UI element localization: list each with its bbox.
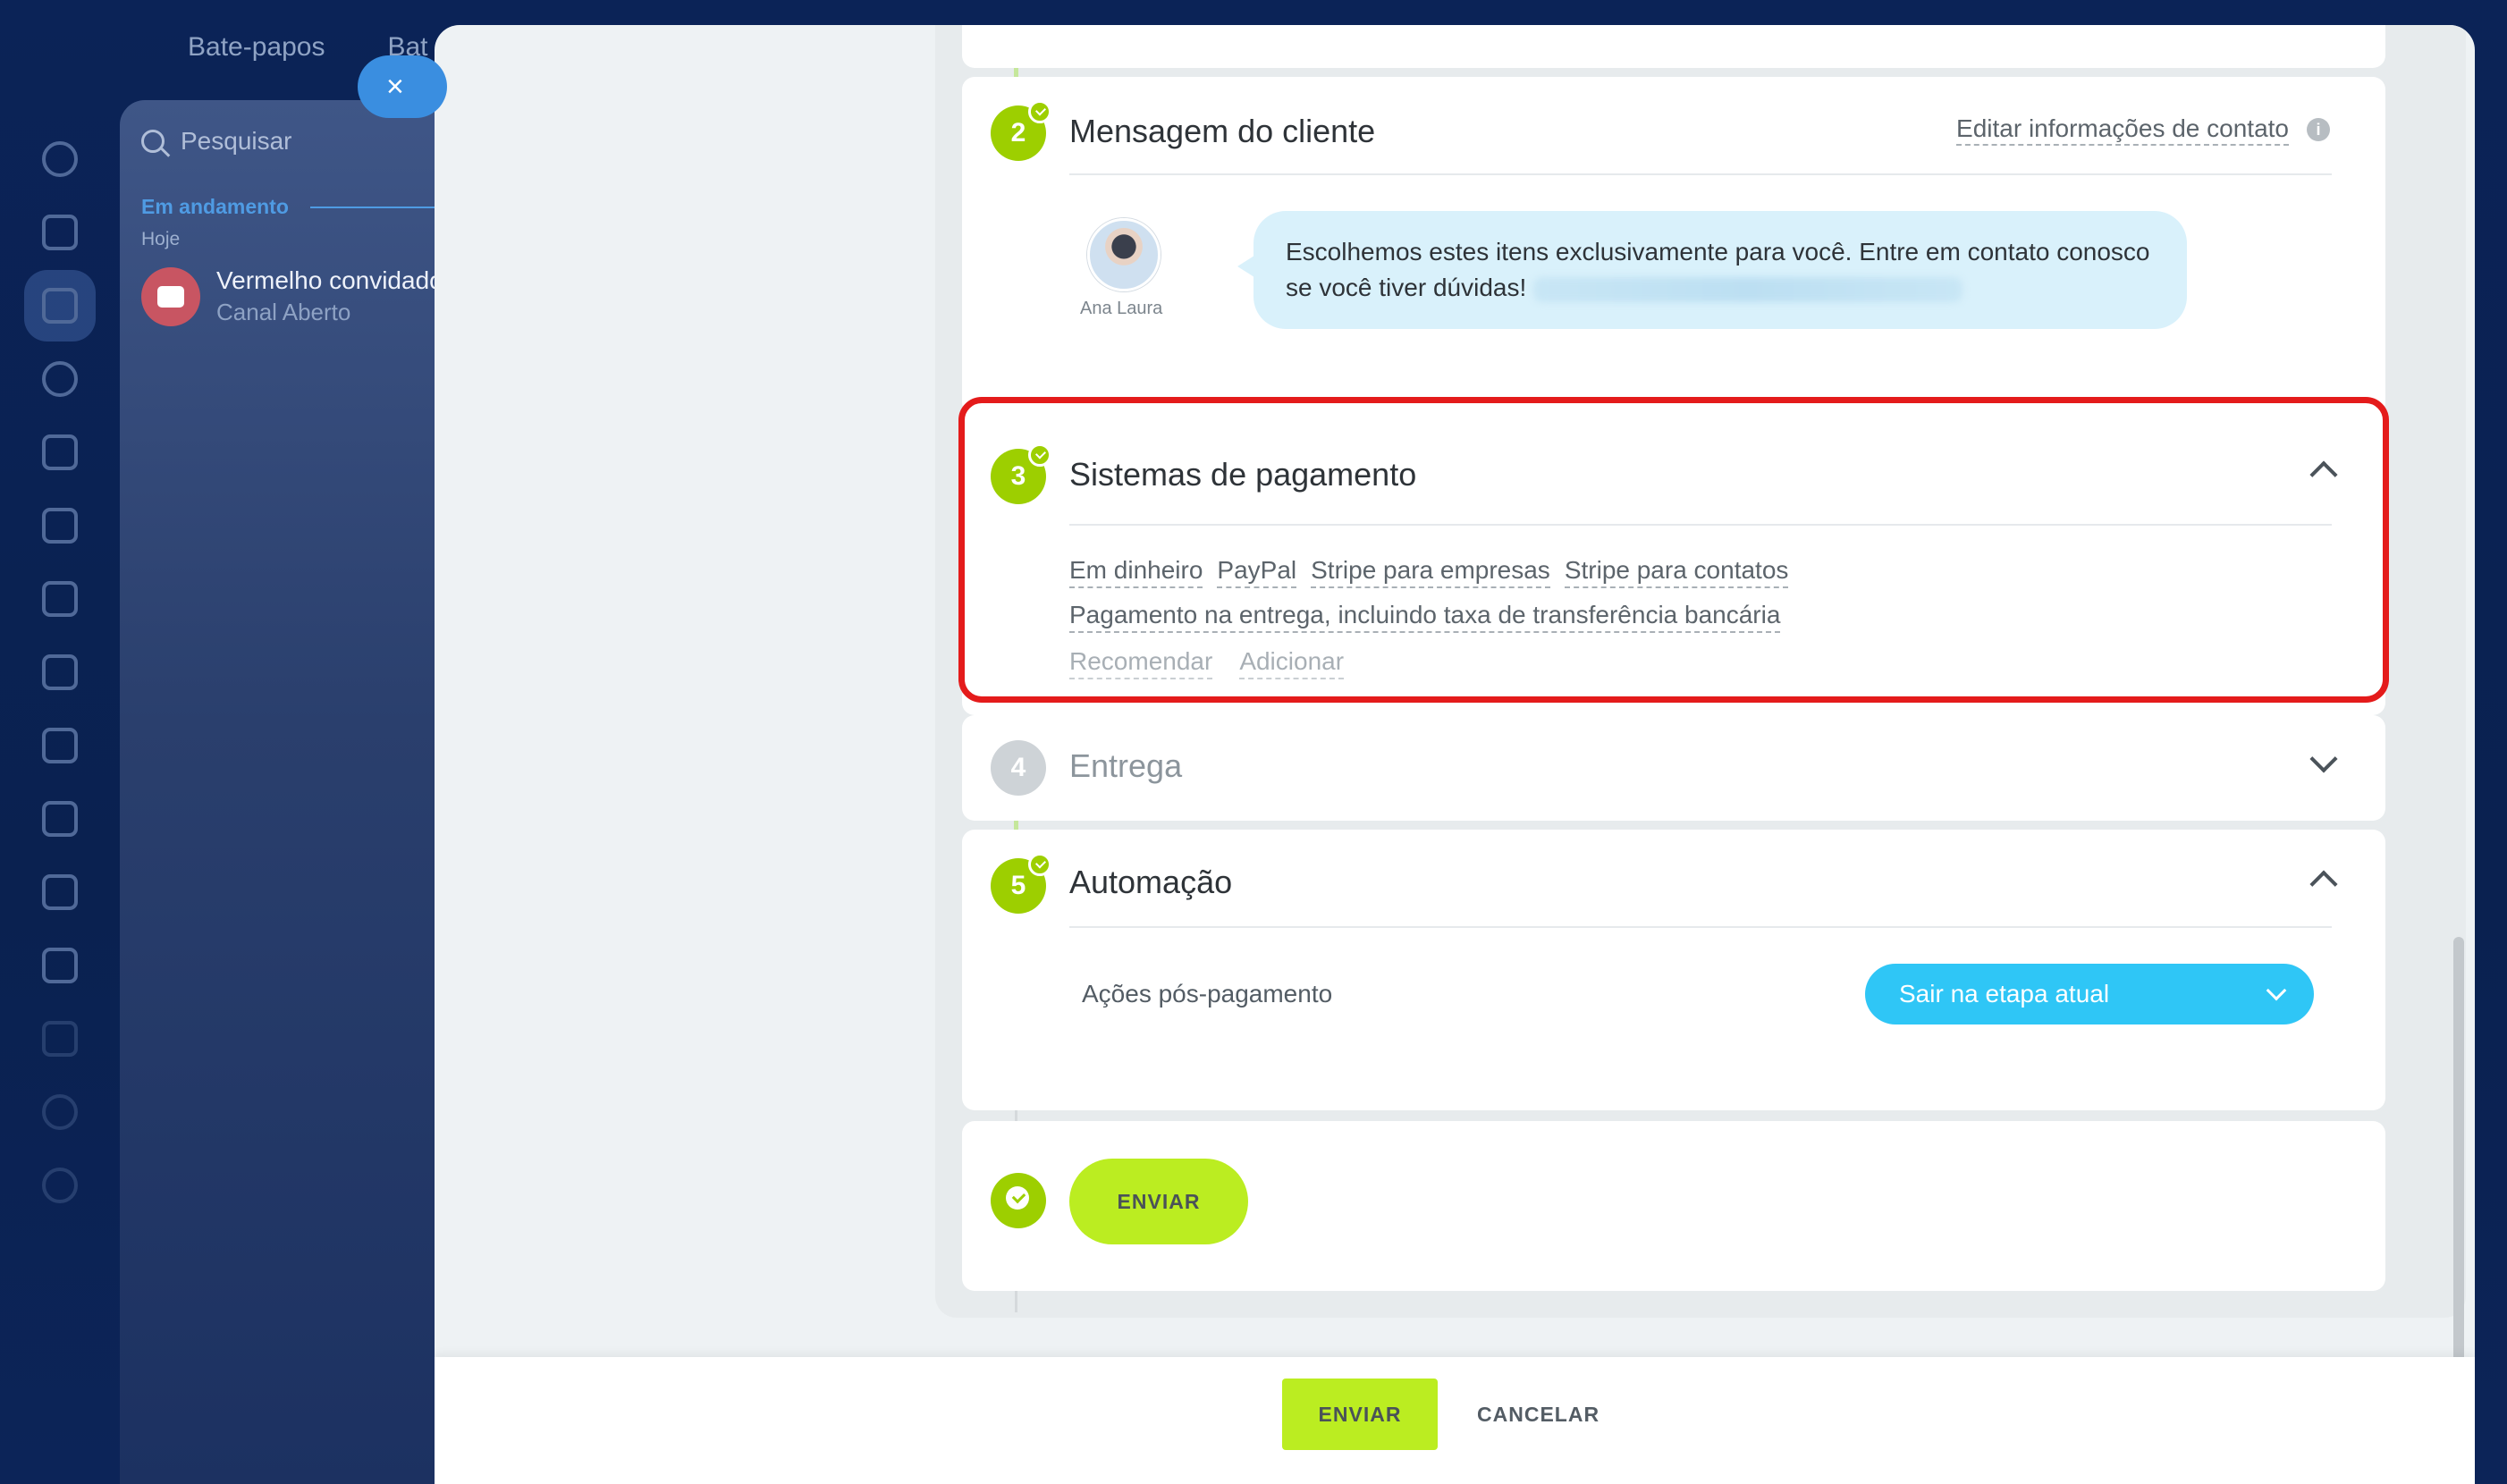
recommend-link[interactable]: Recomendar — [1069, 647, 1213, 679]
step2-divider — [1069, 173, 2332, 175]
sender-name: Ana Laura — [1080, 299, 1163, 318]
step2-badge: 2 — [991, 100, 1051, 161]
info-icon[interactable]: i — [2307, 118, 2330, 141]
settings-icon[interactable] — [42, 1168, 78, 1203]
step3-badge: 3 — [991, 443, 1051, 504]
edit-contact-link[interactable]: Editar informações de contato — [1956, 114, 2289, 146]
cart-icon[interactable] — [42, 434, 78, 470]
step3-payment-systems-card: 3 Sistemas de pagamento Em dinheiro PayP… — [962, 401, 2385, 715]
cancel-button[interactable]: CANCELAR — [1477, 1379, 1600, 1450]
send-payment-slider: 2 Mensagem do cliente Editar informações… — [435, 25, 2475, 1484]
payment-method-cash[interactable]: Em dinheiro — [1069, 556, 1203, 588]
step4-title: Entrega — [1069, 747, 1183, 784]
payment-methods-row-2: Pagamento na entrega, incluindo taxa de … — [1069, 601, 1781, 633]
section-in-progress: Em andamento — [141, 195, 481, 219]
close-icon: × — [386, 69, 404, 104]
hexagon-icon[interactable] — [42, 1094, 78, 1130]
search-icon — [141, 130, 165, 153]
footer-bar: ENVIAR CANCELAR — [435, 1357, 2475, 1484]
chevron-down-icon — [2266, 980, 2287, 1001]
chat-list-item[interactable]: Vermelho convidado Canal Aberto — [141, 266, 443, 326]
step1-card-tail — [962, 25, 2385, 68]
box-icon[interactable] — [42, 728, 78, 763]
message-bubble: Escolhemos estes itens exclusivamente pa… — [1237, 211, 2187, 329]
sender-avatar — [1087, 218, 1161, 291]
date-group-today: Hoje — [141, 229, 181, 249]
select-value: Sair na etapa atual — [1899, 980, 2110, 1008]
payment-method-paypal[interactable]: PayPal — [1217, 556, 1297, 588]
step2-title: Mensagem do cliente — [1069, 113, 1376, 149]
final-send-card: ENVIAR — [962, 1121, 2385, 1291]
check-icon — [1028, 443, 1051, 467]
chat-list-panel: Pesquisar Em andamento Hoje Vermelho con… — [120, 100, 477, 1484]
step5-badge: 5 — [991, 853, 1051, 914]
step5-divider — [1069, 926, 2332, 928]
flow-icon[interactable] — [42, 141, 78, 177]
target-icon[interactable] — [42, 361, 78, 397]
bar-chart-icon[interactable] — [42, 581, 78, 617]
payment-method-cod[interactable]: Pagamento na entrega, incluindo taxa de … — [1069, 601, 1781, 633]
step4-delivery-card[interactable]: 4 Entrega — [962, 715, 2385, 821]
send-button-inline[interactable]: ENVIAR — [1069, 1159, 1248, 1244]
check-icon — [1028, 853, 1051, 876]
step2-customer-message-card: 2 Mensagem do cliente Editar informações… — [962, 77, 2385, 415]
left-sidebar — [0, 105, 120, 1484]
payment-methods-row-1: Em dinheiro PayPal Stripe para empresas … — [1069, 556, 1789, 588]
send-button[interactable]: ENVIAR — [1282, 1379, 1438, 1450]
chat-search[interactable]: Pesquisar — [141, 127, 292, 156]
collapse-chevron-icon[interactable] — [2309, 870, 2338, 898]
filter-icon[interactable] — [42, 288, 78, 324]
pen-icon[interactable] — [42, 874, 78, 910]
document-icon[interactable] — [42, 948, 78, 983]
check-icon — [1028, 100, 1051, 123]
contact-card-icon[interactable] — [42, 508, 78, 544]
blurred-link — [1533, 276, 1963, 302]
search-placeholder: Pesquisar — [181, 127, 292, 155]
store-icon[interactable] — [42, 801, 78, 837]
post-payment-action-select[interactable]: Sair na etapa atual — [1865, 964, 2314, 1024]
robot-icon[interactable] — [42, 654, 78, 690]
step5-title: Automação — [1069, 864, 1233, 900]
payment-method-stripe-business[interactable]: Stripe para empresas — [1311, 556, 1550, 588]
step3-title: Sistemas de pagamento — [1069, 456, 1417, 493]
step5-automation-card: 5 Automação Ações pós-pagamento Sair na … — [962, 830, 2385, 1110]
final-check-icon — [991, 1173, 1046, 1228]
tab-chats[interactable]: Bate-papos — [188, 32, 325, 63]
payment-actions: Recomendar Adicionar — [1069, 647, 1345, 679]
add-link[interactable]: Adicionar — [1239, 647, 1345, 679]
checkbox-icon[interactable] — [42, 215, 78, 250]
expand-chevron-icon[interactable] — [2309, 745, 2338, 773]
step4-badge: 4 — [991, 740, 1046, 796]
payment-method-stripe-contacts[interactable]: Stripe para contatos — [1564, 556, 1789, 588]
chat-avatar-icon — [141, 266, 200, 326]
chat-title: Vermelho convidado — [216, 266, 443, 294]
post-payment-label: Ações pós-pagamento — [1082, 980, 1333, 1008]
calendar-icon[interactable] — [42, 1021, 78, 1057]
collapse-chevron-icon[interactable] — [2309, 460, 2338, 489]
step3-divider — [1069, 524, 2332, 526]
chat-channel: Canal Aberto — [216, 299, 351, 325]
close-slider-button[interactable]: × — [358, 55, 447, 118]
